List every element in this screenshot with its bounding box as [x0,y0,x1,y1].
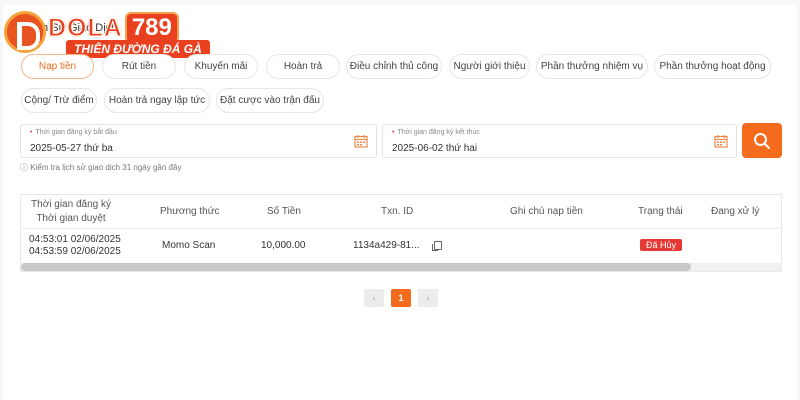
page-background: Lịch Sử Giao Dịch DOLA 789 THIÊN ĐƯỜNG Đ… [0,0,800,400]
search-button[interactable] [742,123,782,158]
tab-cong-tru-diem[interactable]: Cộng/ Trừ điểm [21,88,97,113]
col-header-amount: Số Tiền [267,206,301,217]
col-header-status: Trạng thái [638,206,683,217]
col-header-txn: Txn. ID [381,206,414,217]
end-date-value: 2025-06-02 thứ hai [392,143,478,154]
next-page-button[interactable]: › [418,289,438,307]
start-date-label: Thời gian đăng ký bắt đầu [35,129,117,136]
brand-logo[interactable]: DOLA 789 THIÊN ĐƯỜNG ĐÁ GÀ [4,8,210,58]
calendar-icon[interactable] [354,134,368,148]
history-range-hint: ⓘ Kiểm tra lịch sử giao dịch 31 ngày gần… [20,163,182,172]
txn-id-cell: 1134a429-81... [353,240,420,251]
scrollbar-thumb[interactable] [21,263,691,271]
tab-nguoi-gioi-thieu[interactable]: Người giới thiệu [449,54,530,79]
status-badge: Đã Hủy [640,239,683,251]
col-header-processing: Đang xử lý [711,206,760,217]
col-header-note: Ghi chú nạp tiền [510,206,583,217]
logo-wordmark: DOLA [48,13,123,42]
search-icon [754,133,770,149]
tab-phan-thuong-nhiem-vu[interactable]: Phần thưởng nhiệm vụ [536,54,648,79]
tab-dat-cuoc-vao-tran-dau[interactable]: Đặt cược vào trận đấu [216,88,324,113]
col-header-time: Thời gian đăng ký Thời gian duyệt [31,199,111,224]
approve-time-cell: 04:53:59 02/06/2025 [29,246,121,257]
tab-hoan-tra-ngay-lap-tuc[interactable]: Hoàn trả ngay lập tức [104,88,210,113]
transactions-table: Thời gian đăng ký Thời gian duyệt Phương… [20,194,782,272]
tab-dieu-chinh-thu-cong[interactable]: Điều chỉnh thủ công [346,54,442,79]
page-1-button[interactable]: 1 [391,289,411,307]
start-date-field[interactable]: • Thời gian đăng ký bắt đầu 2025-05-27 th… [20,124,377,158]
col-header-method: Phương thức [160,206,220,217]
start-date-value: 2025-05-27 thứ ba [30,143,113,154]
tab-rut-tien[interactable]: Rút tiền [102,54,176,79]
copy-icon[interactable] [432,241,442,251]
horizontal-scrollbar[interactable] [21,263,781,271]
tab-phan-thuong-hoat-dong[interactable]: Phần thưởng hoạt động [654,54,771,79]
tab-nap-tien[interactable]: Nạp tiền [21,54,94,79]
amount-cell: 10,000.00 [261,240,306,251]
logo-emblem-icon [4,11,46,53]
reg-time-cell: 04:53:01 02/06/2025 [29,234,121,245]
prev-page-button[interactable]: ‹ [364,289,384,307]
tab-hoan-tra[interactable]: Hoàn trả [266,54,340,79]
tab-khuyen-mai[interactable]: Khuyến mãi [184,54,258,79]
method-cell: Momo Scan [162,240,216,251]
calendar-icon[interactable] [714,134,728,148]
end-date-label: Thời gian đăng ký kết thúc [397,129,480,136]
end-date-field[interactable]: • Thời gian đăng ký kết thúc 2025-06-02 t… [382,124,737,158]
table-header: Thời gian đăng ký Thời gian duyệt Phương… [21,195,781,229]
